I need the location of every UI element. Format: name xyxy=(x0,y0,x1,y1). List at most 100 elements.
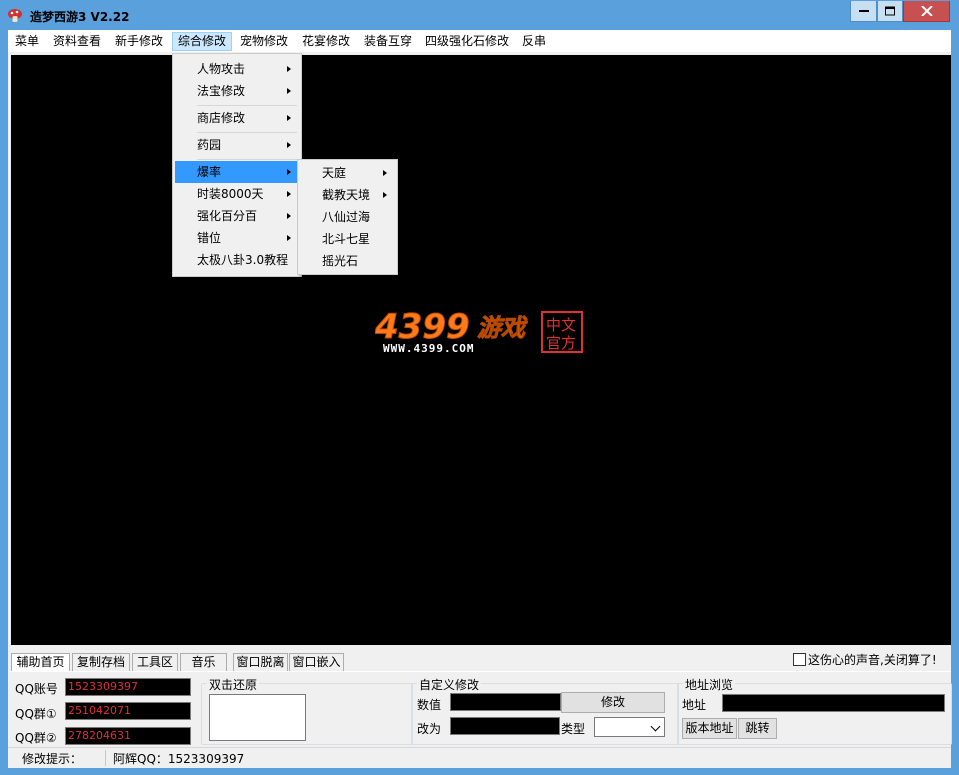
dd-item-label: 商店修改 xyxy=(197,111,246,125)
sub-item-baxian[interactable]: 八仙过海 xyxy=(300,206,395,228)
address-field[interactable] xyxy=(722,694,945,712)
window-title: 造梦西游3 V2.22 xyxy=(30,10,130,24)
restore-textarea[interactable] xyxy=(209,694,306,741)
checkbox-box[interactable] xyxy=(793,653,806,666)
mute-checkbox[interactable]: 这伤心的声音,关闭算了! xyxy=(793,652,937,668)
tab-embed[interactable]: 窗口嵌入 xyxy=(289,653,344,671)
mute-label: 这伤心的声音,关闭算了! xyxy=(808,653,937,667)
status-divider xyxy=(105,750,106,766)
chevron-right-icon xyxy=(287,191,291,197)
status-bar: 修改提示： 阿辉QQ：1523309397 xyxy=(8,747,951,768)
chevron-right-icon xyxy=(287,115,291,121)
close-button[interactable] xyxy=(903,1,950,22)
menu-item-newbie[interactable]: 新手修改 xyxy=(109,32,169,51)
dd-item-label: 药园 xyxy=(197,138,222,152)
menu-item-pet[interactable]: 宠物修改 xyxy=(234,32,294,51)
dd-item-misplace[interactable]: 错位 xyxy=(175,227,299,249)
sub-item-label: 北斗七星 xyxy=(322,232,371,246)
qq-group1-field[interactable]: 251042071 xyxy=(65,702,191,720)
chevron-right-icon xyxy=(287,169,291,175)
change-to-field[interactable] xyxy=(450,717,560,735)
dd-item-enhance[interactable]: 强化百分百 xyxy=(175,205,299,227)
dd-item-droprate[interactable]: 爆率 xyxy=(175,161,299,183)
minimize-button[interactable] xyxy=(850,1,877,22)
dd-item-treasure[interactable]: 法宝修改 xyxy=(175,80,299,102)
qq-account-field[interactable]: 1523309397 xyxy=(65,678,191,696)
qq-group1-label: QQ群① xyxy=(15,707,57,721)
droprate-submenu: 天庭 截教天境 八仙过海 北斗七星 摇光石 xyxy=(297,159,398,275)
game-area[interactable]: 4399 游戏 WWW.4399.COM 中文 官方 xyxy=(11,55,951,645)
dd-item-label: 人物攻击 xyxy=(197,62,246,76)
minimize-icon xyxy=(858,10,869,12)
client-area: 菜单 资料查看 新手修改 综合修改 宠物修改 花宴修改 装备互穿 四级强化石修改… xyxy=(8,30,952,768)
custom-modify-title: 自定义修改 xyxy=(417,676,482,693)
tab-detach[interactable]: 窗口脱离 xyxy=(233,653,288,671)
dd-item-garden[interactable]: 药园 xyxy=(175,134,299,156)
sub-item-label: 天庭 xyxy=(322,166,347,180)
tab-music[interactable]: 音乐 xyxy=(180,653,227,671)
sub-item-label: 截教天境 xyxy=(322,188,371,202)
qq-group2-label: QQ群② xyxy=(15,731,57,745)
sub-item-label: 八仙过海 xyxy=(322,210,371,224)
general-dropdown: 人物攻击 法宝修改 商店修改 药园 爆率 时装8000天 强化百分百 错位 太极… xyxy=(172,53,302,277)
type-label: 类型 xyxy=(561,722,586,736)
maximize-icon xyxy=(885,6,895,16)
change-to-label: 改为 xyxy=(417,722,442,736)
home-panel: QQ账号 1523309397 QQ群① 251042071 QQ群② 2782… xyxy=(9,671,952,745)
tab-home[interactable]: 辅助首页 xyxy=(11,653,70,672)
menu-item-reverse[interactable]: 反串 xyxy=(515,32,553,51)
mushroom-icon xyxy=(8,9,22,22)
menu-item-feast[interactable]: 花宴修改 xyxy=(296,32,356,51)
type-select[interactable] xyxy=(594,717,665,737)
tab-tools[interactable]: 工具区 xyxy=(132,653,178,671)
dd-item-label: 强化百分百 xyxy=(197,209,258,223)
sub-item-heaven[interactable]: 天庭 xyxy=(300,162,395,184)
chevron-right-icon xyxy=(287,142,291,148)
chevron-right-icon xyxy=(287,213,291,219)
maximize-button[interactable] xyxy=(877,1,903,22)
main-window: 造梦西游3 V2.22 菜单 资料查看 新手修改 综合修改 宠物修改 花宴修改 … xyxy=(0,0,959,775)
dd-item-label: 太极八卦3.0教程 xyxy=(197,253,289,267)
modify-button[interactable]: 修改 xyxy=(561,692,665,713)
chevron-right-icon xyxy=(287,235,291,241)
dd-item-shop[interactable]: 商店修改 xyxy=(175,107,299,129)
menu-item-info[interactable]: 资料查看 xyxy=(47,32,107,51)
sub-item-yaoguang[interactable]: 摇光石 xyxy=(300,250,395,272)
menu-separator xyxy=(197,132,297,133)
status-hint: 修改提示： xyxy=(22,752,83,766)
menu-item-stone[interactable]: 四级强化石修改 xyxy=(421,32,513,51)
dd-item-label: 错位 xyxy=(197,231,222,245)
menu-separator xyxy=(197,105,297,106)
dd-item-label: 时装8000天 xyxy=(197,187,264,201)
dd-item-attack[interactable]: 人物攻击 xyxy=(175,58,299,80)
title-bar[interactable]: 造梦西游3 V2.22 xyxy=(1,1,958,30)
tab-copy-save[interactable]: 复制存档 xyxy=(72,653,130,671)
address-group-title: 地址浏览 xyxy=(683,676,736,693)
chevron-right-icon xyxy=(383,192,387,198)
menu-item-general[interactable]: 综合修改 xyxy=(172,32,232,51)
chevron-down-icon xyxy=(650,721,661,732)
value-field[interactable] xyxy=(450,693,561,711)
dd-item-label: 法宝修改 xyxy=(197,84,246,98)
svg-text:WWW.4399.COM: WWW.4399.COM xyxy=(383,342,474,355)
sub-item-jiejiao[interactable]: 截教天境 xyxy=(300,184,395,206)
menu-item-main[interactable]: 菜单 xyxy=(8,32,46,51)
address-label: 地址 xyxy=(682,698,707,712)
dd-item-fashion[interactable]: 时装8000天 xyxy=(175,183,299,205)
close-icon xyxy=(920,6,933,16)
status-author: 阿辉QQ：1523309397 xyxy=(113,752,245,766)
sub-item-label: 摇光石 xyxy=(322,254,359,268)
version-address-button[interactable]: 版本地址 xyxy=(682,718,737,739)
menu-item-equip[interactable]: 装备互穿 xyxy=(358,32,418,51)
sub-item-beidou[interactable]: 北斗七星 xyxy=(300,228,395,250)
qq-group2-field[interactable]: 278204631 xyxy=(65,727,191,745)
jump-button[interactable]: 跳转 xyxy=(738,718,777,739)
svg-text:游戏: 游戏 xyxy=(477,314,528,342)
chevron-right-icon xyxy=(383,170,387,176)
chevron-right-icon xyxy=(287,66,291,72)
4399-logo: 4399 游戏 WWW.4399.COM 中文 官方 xyxy=(375,307,583,355)
svg-text:4399: 4399 xyxy=(375,307,470,347)
qq-account-label: QQ账号 xyxy=(15,682,58,696)
dd-item-tutorial[interactable]: 太极八卦3.0教程 xyxy=(175,249,299,271)
menu-separator xyxy=(197,159,297,160)
